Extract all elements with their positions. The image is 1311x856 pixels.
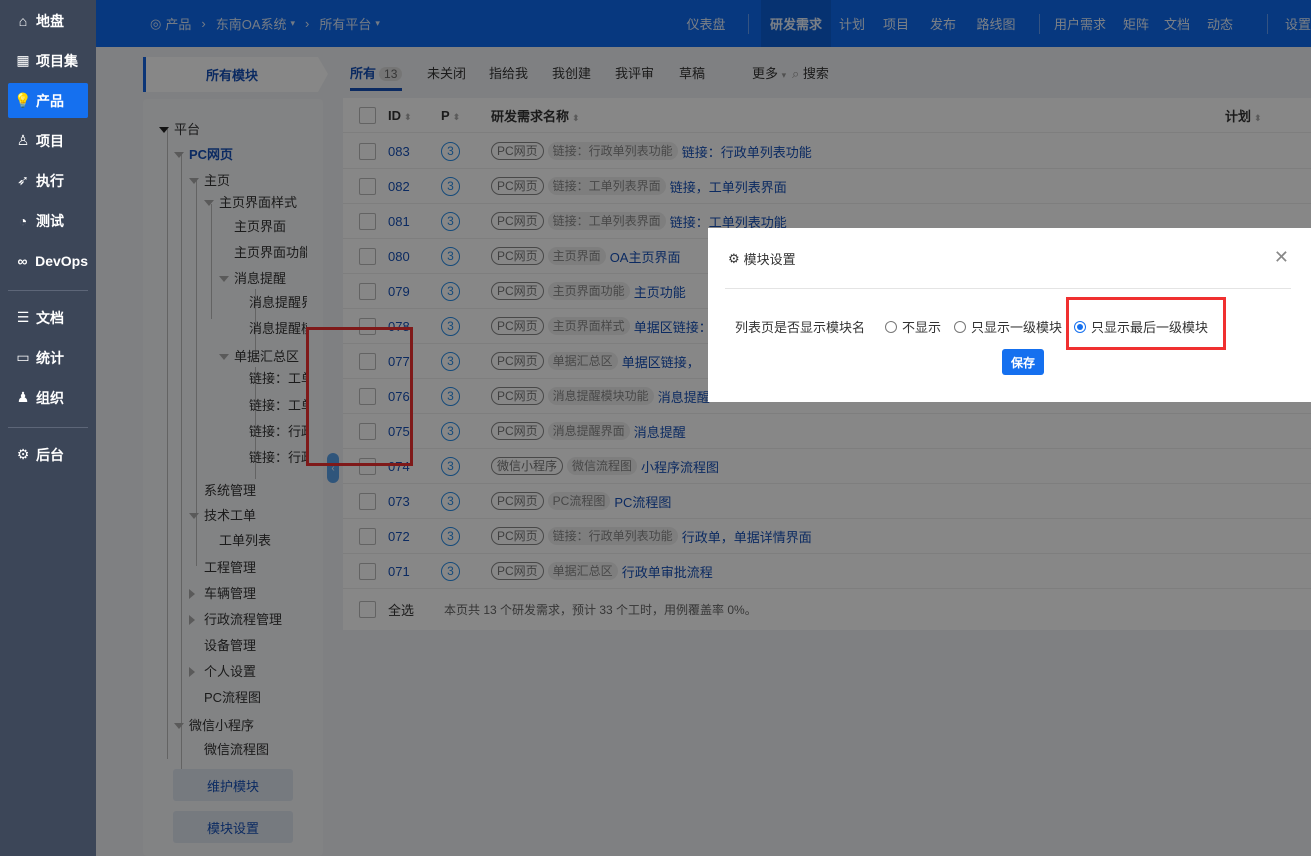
sidebar-item-0[interactable]: ⌂ 地盘 (8, 3, 88, 38)
rocket-icon: ♙ (16, 132, 30, 148)
sidebar-item-5[interactable]: ◔ 测试 (8, 203, 88, 238)
radio-circle[interactable] (954, 320, 966, 333)
document-icon: ☰ (16, 309, 30, 325)
sidebar-item-8[interactable]: ▭ 统计 (8, 340, 88, 375)
radio-label: 只显示一级模块 (971, 320, 1063, 335)
dialog-title-text: 模块设置 (743, 252, 796, 267)
show-module-name-label: 列表页是否显示模块名 (735, 320, 866, 335)
sidebar-item-label: 项目 (36, 132, 64, 149)
sidebar-item-label: DevOps (35, 252, 88, 269)
gear-icon: ⚙ (728, 250, 740, 266)
highlight-box (1066, 297, 1226, 350)
sidebar-item-4[interactable]: ➶ 执行 (8, 163, 88, 198)
sidebar-item-label: 统计 (36, 349, 64, 366)
divider (725, 288, 1291, 289)
search-check-icon: ◔ (18, 212, 28, 229)
sidebar-item-2[interactable]: 💡 产品 (8, 83, 88, 118)
radio-circle[interactable] (885, 320, 897, 333)
sidebar-item-label: 后台 (36, 446, 64, 463)
sidebar-item-label: 项目集 (36, 52, 78, 69)
chart-icon: ▭ (16, 349, 30, 365)
sidebar-item-label: 地盘 (36, 12, 64, 29)
save-button[interactable]: 保存 (1002, 349, 1044, 375)
lightbulb-icon: 💡 (14, 92, 32, 108)
running-icon: ➶ (17, 172, 29, 188)
sidebar-item-label: 测试 (36, 212, 64, 229)
dialog-title: ⚙ 模块设置 (728, 249, 796, 268)
sidebar-item-label: 组织 (36, 389, 64, 406)
sidebar-item-3[interactable]: ♙ 项目 (8, 123, 88, 158)
sidebar-item-label: 执行 (36, 172, 64, 189)
home-icon: ⌂ (18, 12, 28, 29)
radio-hide[interactable]: 不显示 (885, 317, 941, 336)
radio-label: 不显示 (902, 320, 942, 335)
sidebar-item-6[interactable]: ∞ DevOps (8, 243, 88, 278)
nav-divider (8, 290, 88, 291)
sidebar-item-9[interactable]: ♟ 组织 (8, 380, 88, 415)
grid-icon: ▦ (16, 52, 30, 68)
infinity-icon: ∞ (17, 252, 28, 269)
sidebar-item-label: 文档 (36, 309, 64, 326)
nav-divider (8, 427, 88, 428)
sidebar: ⌂ 地盘 ▦ 项目集 💡 产品 ♙ 项目 ➶ 执行 ◔ 测试 ∞ DevOps ☰ 文档 ▭ 统计 ♟ 组织 ⚙ 后台 (0, 0, 96, 856)
sidebar-item-1[interactable]: ▦ 项目集 (8, 43, 88, 78)
modal-backdrop[interactable] (96, 0, 1311, 856)
gear-icon: ⚙ (16, 446, 30, 462)
sidebar-item-label: 产品 (36, 92, 64, 109)
radio-first-level[interactable]: 只显示一级模块 (954, 317, 1062, 336)
module-settings-dialog: ⚙ 模块设置 ✕ 列表页是否显示模块名 不显示 只显示一级模块 只显示最后一级模块… (708, 228, 1311, 402)
sidebar-item-7[interactable]: ☰ 文档 (8, 300, 88, 335)
close-icon[interactable]: ✕ (1274, 247, 1289, 268)
sidebar-item-10[interactable]: ⚙ 后台 (8, 437, 88, 472)
user-icon: ♟ (16, 389, 30, 405)
